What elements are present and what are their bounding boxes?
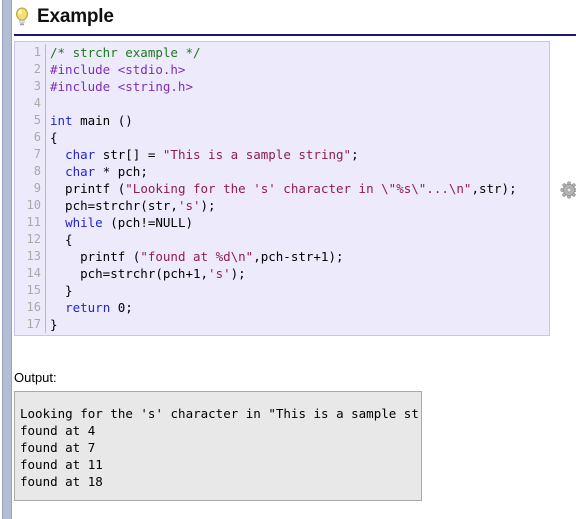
code-line-number: 13 (26, 249, 41, 263)
code-line-number: 6 (33, 130, 41, 144)
code-line-number: 10 (26, 198, 41, 212)
code-token-plain: (pch!=NULL) (102, 215, 194, 230)
page-heading: Example (14, 0, 576, 32)
output-line: found at 7 (20, 440, 96, 455)
code-token-kw: char (65, 164, 96, 179)
lightbulb-icon (14, 7, 30, 27)
code-line-number: 4 (33, 96, 41, 110)
code-token-plain: 0; (110, 300, 133, 315)
code-line-number-gutter: 1 2 3 4 5 6 7 8 9 10 11 12 13 14 15 16 17 (15, 44, 46, 333)
code-token-plain: { (50, 130, 58, 145)
output-label: Output: (14, 370, 57, 385)
output-line: Looking for the 's' character in "This i… (20, 406, 421, 421)
page-content: Example 1 2 3 4 5 6 7 8 9 10 11 12 13 14 15 16 17 /* str… (14, 0, 576, 519)
code-token-kw: while (65, 215, 103, 230)
code-token-kw: return (65, 300, 111, 315)
code-token-plain: } (50, 283, 73, 298)
code-line-number: 5 (33, 113, 41, 127)
gear-icon[interactable] (560, 181, 576, 199)
code-line-number: 11 (26, 215, 41, 229)
code-line-number: 7 (33, 147, 41, 161)
code-line: /* strchr example */ (50, 44, 549, 61)
code-line-number: 1 (33, 45, 41, 59)
code-token-plain: * pch; (95, 164, 148, 179)
title-underline-rule (14, 34, 576, 36)
code-line-number: 9 (33, 181, 41, 195)
code-line-number: 3 (33, 79, 41, 93)
code-line: #include <string.h> (50, 78, 549, 95)
code-line-number: 15 (26, 283, 41, 297)
code-token-plain: str[] = (95, 147, 163, 162)
code-token-str: "This is a sample string" (162, 147, 352, 162)
code-token-plain: ); (200, 198, 216, 213)
output-line: found at 18 (20, 474, 103, 489)
code-line-number: 12 (26, 232, 41, 246)
code-line: printf ("found at %d\n",pch-str+1); (50, 248, 549, 265)
code-token-plain: main () (72, 113, 133, 128)
code-token-kw: char (65, 147, 96, 162)
output-line: found at 11 (20, 457, 103, 472)
code-block-wrapper: 1 2 3 4 5 6 7 8 9 10 11 12 13 14 15 16 17 /* strchr exam… (14, 41, 576, 336)
code-line: printf ("Looking for the 's' character i… (50, 180, 549, 197)
code-line: pch=strchr(str,'s'); (50, 197, 549, 214)
code-block: 1 2 3 4 5 6 7 8 9 10 11 12 13 14 15 16 17 /* strchr exam… (14, 41, 550, 336)
code-line-number: 2 (33, 62, 41, 76)
code-token-str: "found at %d\n" (140, 249, 254, 264)
output-box: Looking for the 's' character in "This i… (14, 391, 422, 501)
code-line: } (50, 282, 549, 299)
code-line-number: 14 (26, 266, 41, 280)
code-token-plain: } (50, 317, 58, 332)
code-line: pch=strchr(pch+1,'s'); (50, 265, 549, 282)
code-line: } (50, 316, 549, 333)
code-token-plain: printf ( (50, 249, 141, 264)
code-token-plain: pch=strchr(pch+1, (50, 266, 209, 281)
code-token-str: "Looking for the 's' character in \"%s\"… (125, 181, 472, 196)
code-line: { (50, 231, 549, 248)
code-line-number: 17 (26, 317, 41, 331)
code-token-plain: ); (230, 266, 246, 281)
code-line: while (pch!=NULL) (50, 214, 549, 231)
code-token-str: 's' (208, 266, 231, 281)
code-line: #include <stdio.h> (50, 61, 549, 78)
code-line-number: 8 (33, 164, 41, 178)
code-token-plain: printf ( (50, 181, 126, 196)
code-token-plain: ,str); (471, 181, 517, 196)
code-token-str: 's' (177, 198, 201, 213)
code-line: char * pch; (50, 163, 549, 180)
page-left-rail (2, 0, 12, 519)
code-token-pre: #include <stdio.h> (50, 62, 186, 77)
code-line: int main () (50, 112, 549, 129)
code-token-comment: /* strchr example */ (50, 45, 201, 60)
code-token-kw: int (50, 113, 73, 128)
code-source: /* strchr example */ #include <stdio.h> #i… (46, 44, 549, 333)
code-token-plain: ; (351, 147, 359, 162)
code-line: { (50, 129, 549, 146)
code-token-plain: ,pch-str+1); (253, 249, 344, 264)
code-line: char str[] = "This is a sample string"; (50, 146, 549, 163)
code-line: return 0; (50, 299, 549, 316)
output-line: found at 4 (20, 423, 96, 438)
code-token-plain: pch=strchr(str, (50, 198, 178, 213)
code-token-plain: { (50, 232, 73, 247)
code-token-pre: #include <string.h> (50, 79, 193, 94)
page-title: Example (37, 6, 114, 27)
code-line-number: 16 (26, 300, 41, 314)
